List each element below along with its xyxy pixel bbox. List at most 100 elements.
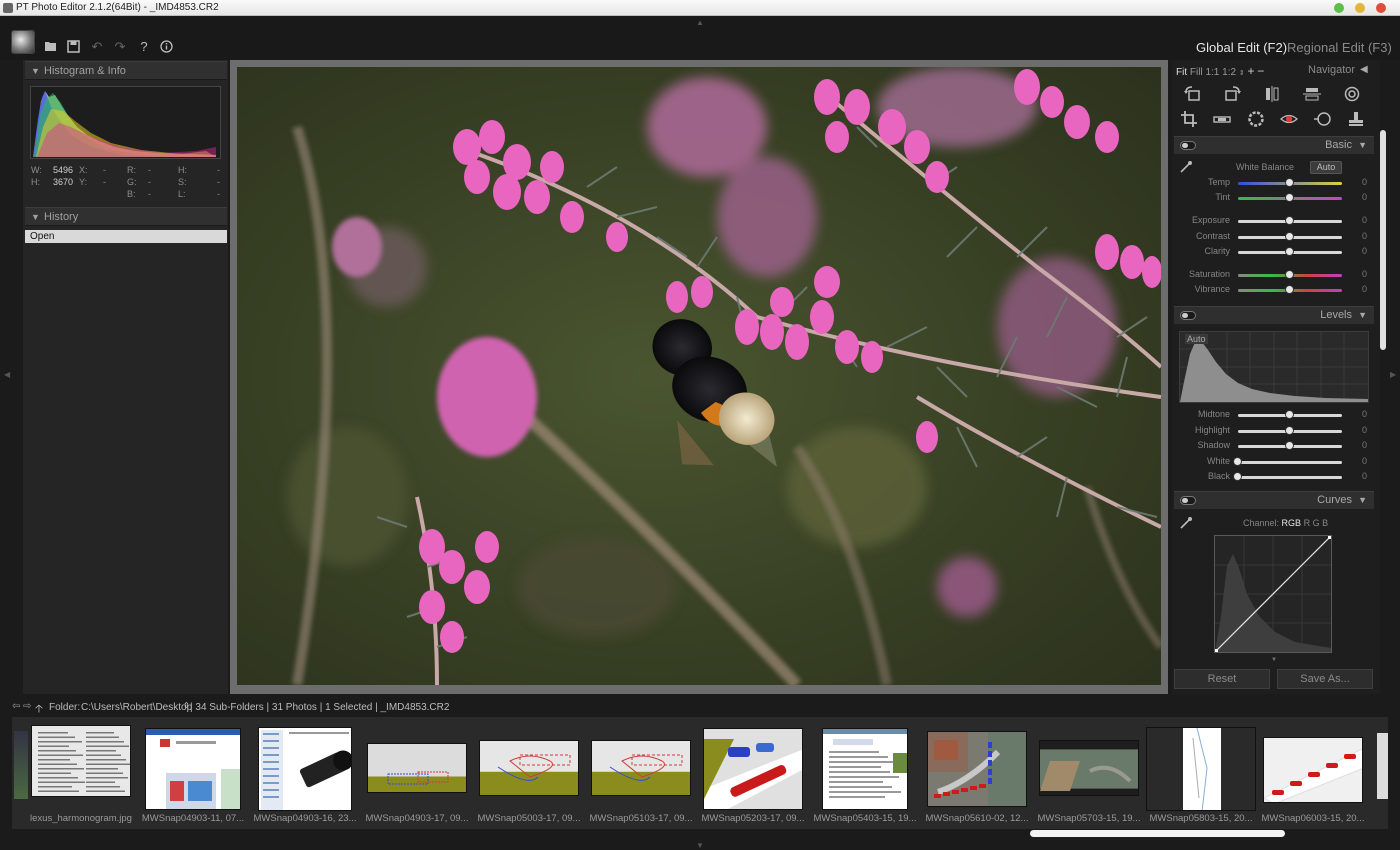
vignette-icon[interactable] [1245, 111, 1267, 129]
filmstrip-thumbnail[interactable]: MWSnap04903-17, 09... [362, 717, 472, 829]
collapse-left-arrow-icon[interactable]: ◀ [4, 370, 10, 379]
slider-knob[interactable] [1285, 232, 1294, 241]
open-folder-icon[interactable] [44, 40, 58, 52]
clone-stamp-icon[interactable] [1345, 111, 1367, 129]
basic-slider-saturation[interactable]: Saturation 0 [1176, 268, 1372, 282]
basic-slider-tint[interactable]: Tint 0 [1176, 191, 1372, 205]
save-icon[interactable] [67, 40, 81, 53]
filmstrip-thumbnail[interactable]: MWSnap05610-02, 12... [922, 717, 1032, 829]
basic-slider-temp[interactable]: Temp 0 [1176, 176, 1372, 190]
minimize-button[interactable] [1334, 3, 1344, 13]
folder-path[interactable]: C:\Users\Robert\Desktop [81, 702, 192, 713]
slider-knob[interactable] [1285, 193, 1294, 202]
white-balance-auto-button[interactable]: Auto [1310, 161, 1342, 174]
basic-toggle[interactable] [1180, 141, 1196, 150]
levels-panel-header[interactable]: Levels ▼ [1174, 306, 1374, 324]
maximize-button[interactable] [1355, 3, 1365, 13]
basic-slider-clarity[interactable]: Clarity 0 [1176, 245, 1372, 259]
panel-resize-arrow-icon[interactable]: ▼ [1271, 657, 1277, 663]
levels-slider-highlight[interactable]: Highlight 0 [1176, 424, 1372, 438]
levels-slider-white[interactable]: White 0 [1176, 455, 1372, 469]
crop-icon[interactable] [1178, 111, 1200, 129]
channel-b[interactable]: B [1322, 518, 1328, 528]
undo-icon[interactable]: ↶ [90, 40, 104, 54]
zoom-fill-button[interactable]: Fill [1190, 67, 1203, 78]
slider-knob[interactable] [1285, 216, 1294, 225]
channel-r[interactable]: R [1304, 518, 1311, 528]
zoom-fit-button[interactable]: Fit [1176, 67, 1187, 78]
spiral-icon[interactable] [1341, 86, 1363, 104]
channel-g[interactable]: G [1313, 518, 1320, 528]
slider-knob[interactable] [1285, 285, 1294, 294]
filmstrip-thumbnail[interactable]: MWSnap06003-15, 20... [1258, 717, 1368, 829]
curves-panel-header[interactable]: Curves ▼ [1174, 491, 1374, 509]
straighten-icon[interactable] [1211, 111, 1233, 129]
slider-knob[interactable] [1285, 270, 1294, 279]
slider-knob[interactable] [1285, 441, 1294, 450]
basic-slider-vibrance[interactable]: Vibrance 0 [1176, 283, 1372, 297]
zoom-1-1-button[interactable]: 1:1 [1205, 67, 1219, 78]
levels-slider-shadow[interactable]: Shadow 0 [1176, 439, 1372, 453]
save-as-button[interactable]: Save As... [1277, 669, 1373, 689]
collapse-right-arrow-icon[interactable]: ▶ [1390, 370, 1396, 379]
radial-filter-icon[interactable] [1312, 111, 1334, 129]
slider-track[interactable] [1238, 461, 1342, 464]
help-icon[interactable]: ? [137, 40, 151, 54]
right-panel-scrollbar[interactable] [1380, 130, 1386, 350]
filmstrip-thumbnail[interactable]: MWSnap04903-11, 07... [138, 717, 248, 829]
tab-global-edit[interactable]: Global Edit (F2) [1196, 40, 1287, 55]
basic-slider-contrast[interactable]: Contrast 0 [1176, 230, 1372, 244]
rotate-right-icon[interactable] [1221, 86, 1243, 104]
main-photo[interactable] [237, 67, 1161, 685]
slider-knob[interactable] [1233, 457, 1242, 466]
flip-vertical-icon[interactable] [1301, 86, 1323, 104]
reset-button[interactable]: Reset [1174, 669, 1270, 689]
levels-slider-midtone[interactable]: Midtone 0 [1176, 408, 1372, 422]
back-arrow-icon[interactable]: ⇦ [12, 701, 20, 712]
logo-icon[interactable] [11, 30, 35, 54]
histogram-panel-header[interactable]: ▼ Histogram & Info [25, 61, 227, 80]
redo-icon[interactable]: ↷ [113, 40, 127, 54]
zoom-out-button[interactable]: − [1257, 64, 1264, 78]
history-panel-header[interactable]: ▼ History [25, 207, 227, 226]
navigator-collapse-icon[interactable]: ◀ [1360, 64, 1368, 75]
curves-toggle[interactable] [1180, 496, 1196, 505]
filmstrip-thumbnail[interactable]: MWSnap05703-15, 19... [1034, 717, 1144, 829]
forward-arrow-icon[interactable]: ⇨ [23, 701, 31, 712]
slider-knob[interactable] [1285, 410, 1294, 419]
slider-knob[interactable] [1285, 247, 1294, 256]
channel-rgb[interactable]: RGB [1282, 518, 1302, 528]
filmstrip-thumbnail[interactable]: MWSnap04903-16, 23... [250, 717, 360, 829]
folder-path-stepper-icon[interactable]: ⇕ [183, 701, 190, 710]
tab-regional-edit[interactable]: Regional Edit (F3) [1287, 40, 1392, 55]
red-eye-icon[interactable] [1278, 111, 1300, 129]
filmstrip-scrollbar[interactable] [1030, 830, 1285, 837]
slider-track[interactable] [1238, 476, 1342, 479]
levels-auto-button[interactable]: Auto [1185, 334, 1208, 344]
slider-knob[interactable] [1233, 472, 1242, 481]
levels-toggle[interactable] [1180, 311, 1196, 320]
filmstrip-thumbnail[interactable]: MWSnap05803-15, 20... [1146, 717, 1256, 829]
filmstrip-thumbnail[interactable]: MWSnap05103-17, 09... [586, 717, 696, 829]
collapse-top-arrow-icon[interactable]: ▲ [696, 18, 704, 27]
curves-picker-icon[interactable] [1179, 516, 1193, 533]
white-balance-picker-icon[interactable] [1179, 160, 1193, 177]
slider-knob[interactable] [1285, 178, 1294, 187]
flip-horizontal-icon[interactable] [1261, 86, 1283, 104]
close-button[interactable] [1376, 3, 1386, 13]
zoom-stepper-icon[interactable]: ⇕ [1239, 70, 1245, 77]
filmstrip-thumbnail[interactable]: lexus_harmonogram.jpg [26, 717, 136, 829]
filmstrip-thumbnail[interactable]: MWSnap05203-17, 09... [698, 717, 808, 829]
basic-slider-exposure[interactable]: Exposure 0 [1176, 214, 1372, 228]
filmstrip-thumbnail[interactable]: MWSnap05403-15, 19... [810, 717, 920, 829]
zoom-1-2-button[interactable]: 1:2 [1222, 67, 1236, 78]
filmstrip-thumbnail[interactable]: MWSnap05003-17, 09... [474, 717, 584, 829]
levels-slider-black[interactable]: Black 0 [1176, 470, 1372, 484]
filmstrip-partial-thumbnail[interactable] [1377, 733, 1388, 799]
zoom-in-button[interactable]: + [1247, 64, 1254, 78]
history-item[interactable]: Open [25, 230, 227, 243]
slider-knob[interactable] [1285, 426, 1294, 435]
info-icon[interactable] [160, 40, 174, 53]
basic-panel-header[interactable]: Basic ▼ [1174, 136, 1374, 154]
curves-graph[interactable] [1213, 534, 1333, 654]
